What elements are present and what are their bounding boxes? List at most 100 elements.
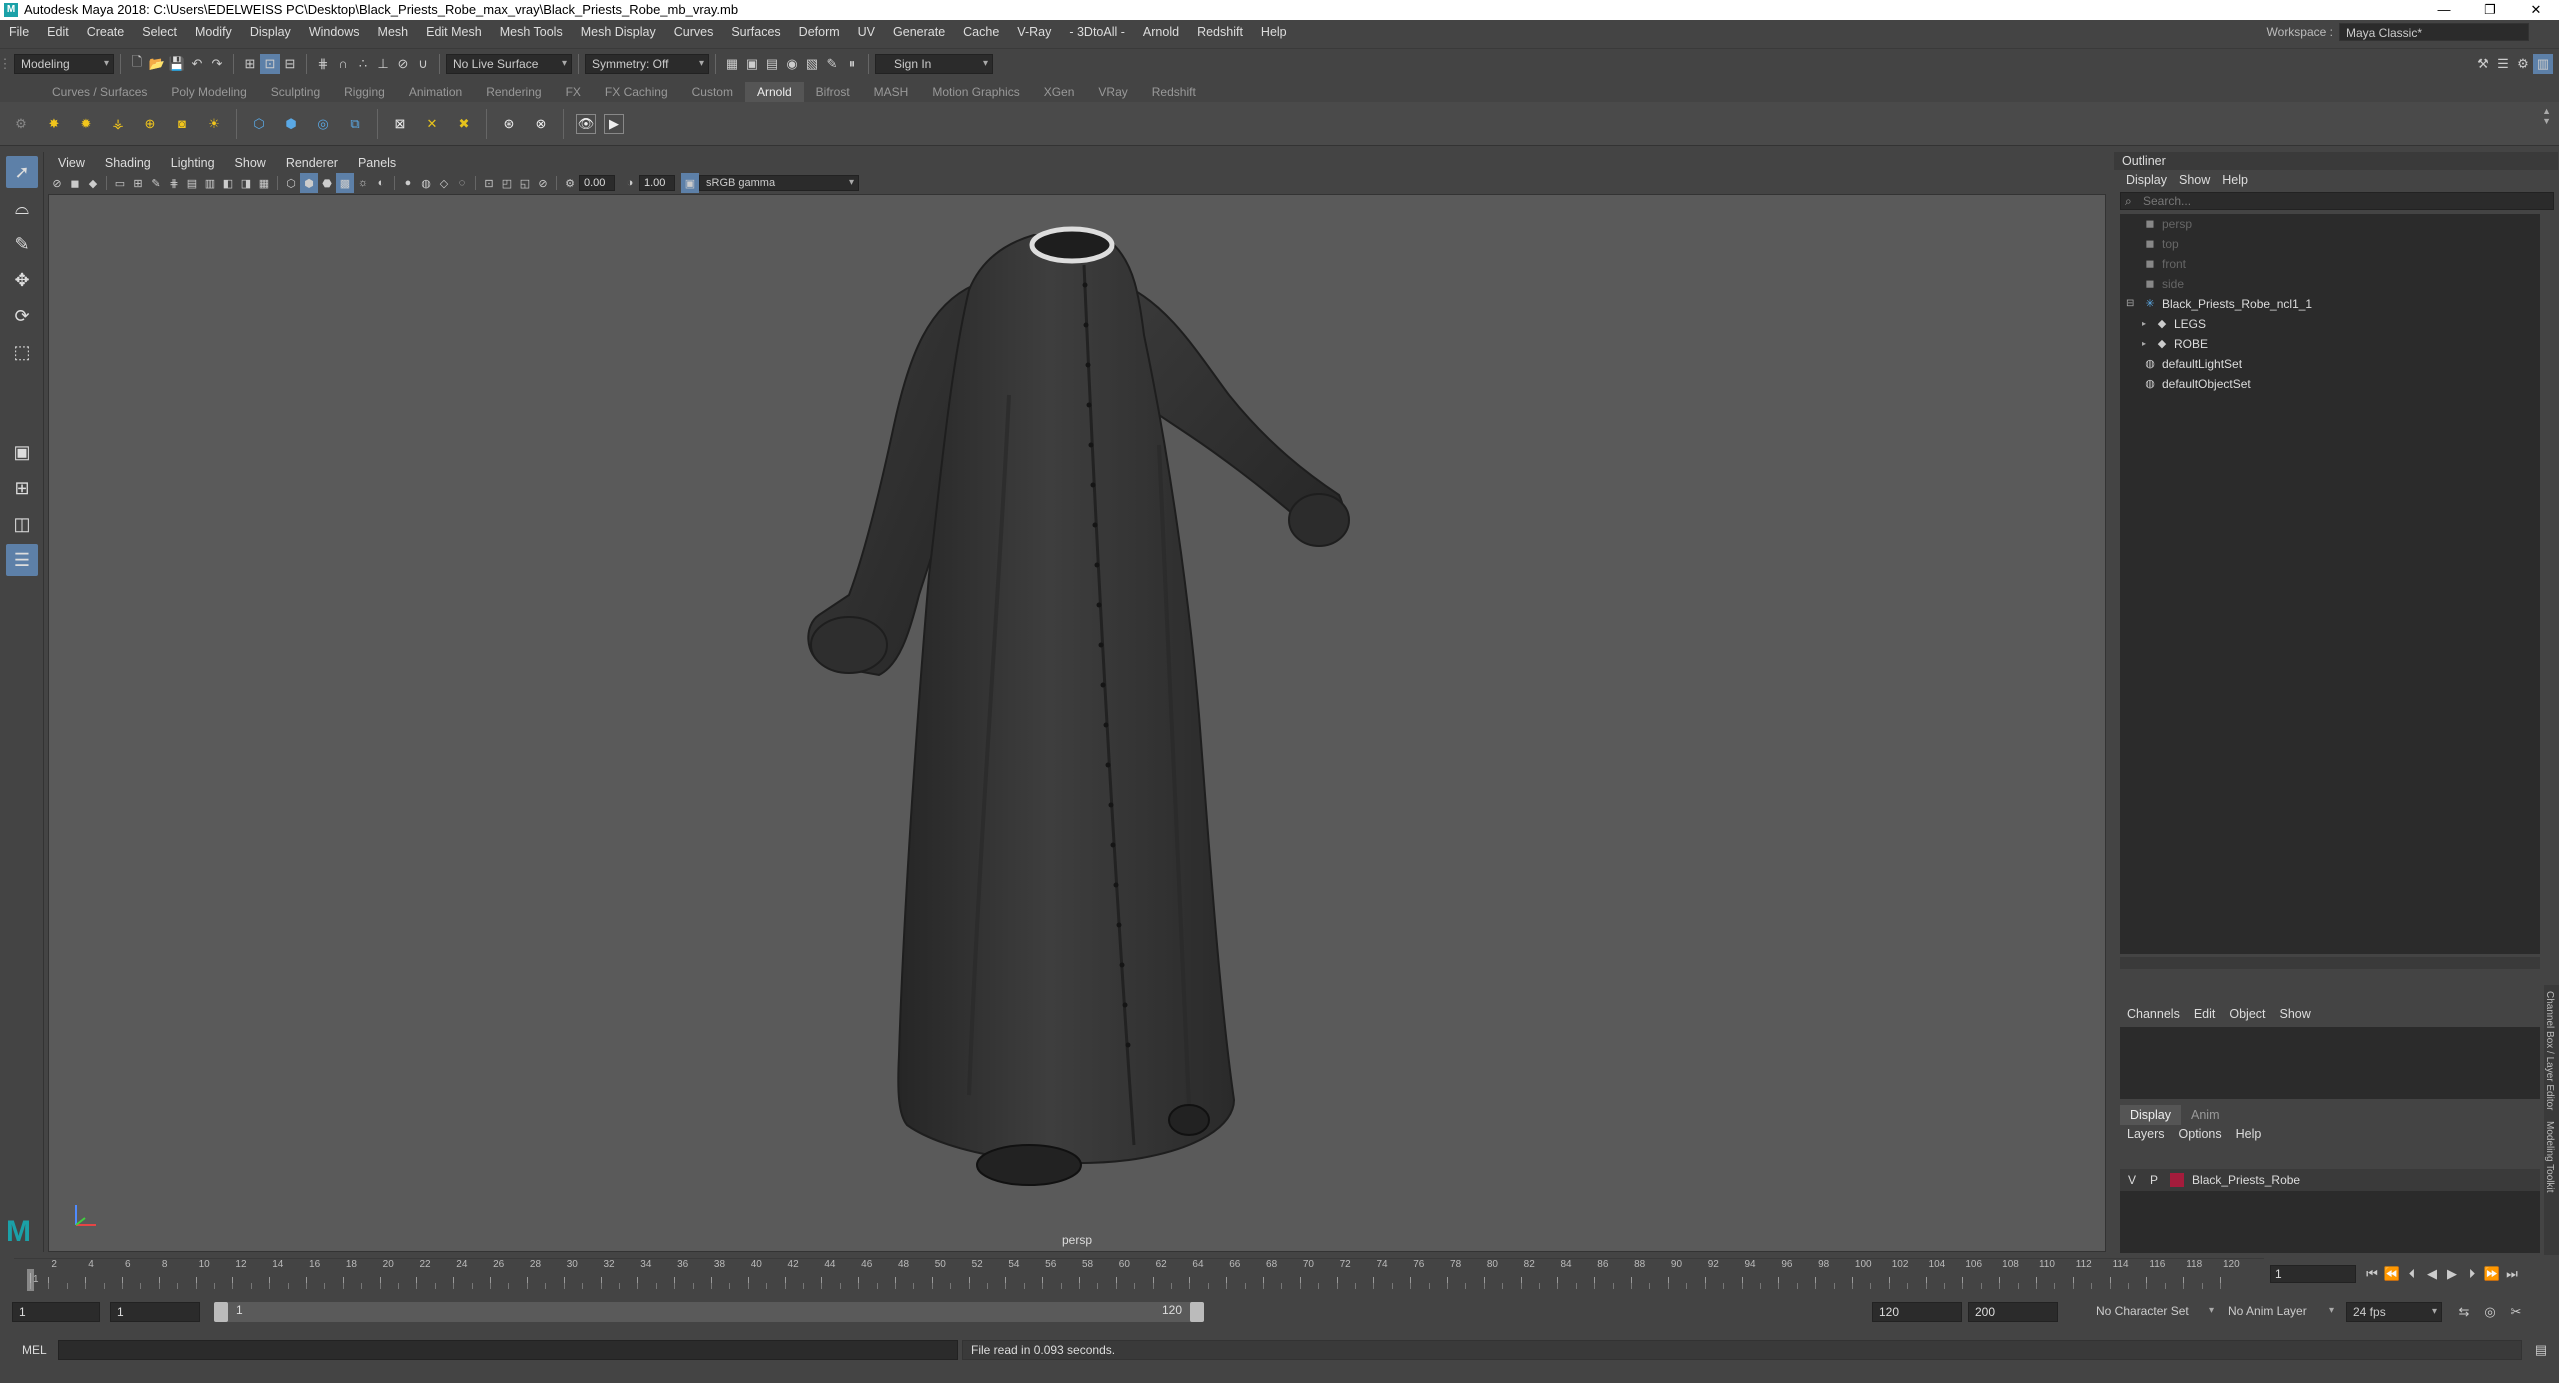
motion-blur-icon[interactable]: ◍ [417,173,435,193]
layer-playback-toggle[interactable]: P [2150,1173,2158,1187]
view-transform-dropdown[interactable]: sRGB gamma [699,175,859,191]
depth-of-field-icon[interactable]: ◌ [453,173,471,193]
arnold-help-icon[interactable]: ⊗ [531,114,551,134]
step-back-key-icon[interactable]: ⏪ [2382,1264,2402,1284]
sign-in-dropdown[interactable]: Sign In [875,53,993,74]
collapse-icon[interactable]: ⊟ [2126,294,2134,314]
menu-uv[interactable]: UV [849,20,884,44]
camera-select-icon[interactable]: ⊘ [48,173,66,193]
menu-deform[interactable]: Deform [790,20,849,44]
layer-tab-anim[interactable]: Anim [2181,1105,2229,1125]
auto-key-icon[interactable]: ◎ [2480,1302,2500,1322]
range-bar[interactable]: 1 120 [214,1302,1204,1322]
render-sequence-icon[interactable]: ▤ [762,54,782,74]
shelf-tab-bifrost[interactable]: Bifrost [804,82,862,102]
skydome-light-icon[interactable]: ⊕ [140,114,160,134]
layer-menu-options[interactable]: Options [2172,1125,2229,1143]
gate-mask-icon[interactable]: ◧ [219,173,237,193]
anim-layer-dropdown[interactable]: No Anim Layer [2222,1302,2338,1322]
end-time-field[interactable]: 200 [1968,1302,2058,1322]
attribute-editor-icon[interactable]: ☰ [2493,54,2513,74]
shelf-tab-curves-surfaces[interactable]: Curves / Surfaces [40,82,159,102]
shelf-tab-custom[interactable]: Custom [680,82,745,102]
symmetry-dropdown[interactable]: Symmetry: Off [585,53,709,74]
snap-grid-icon[interactable]: ⋕ [313,54,333,74]
menu-mesh[interactable]: Mesh [369,20,418,44]
point-light-icon[interactable]: ✹ [76,114,96,134]
area-light-icon[interactable]: ✸ [44,114,64,134]
shelf-tab-xgen[interactable]: XGen [1032,82,1087,102]
undo-icon[interactable]: ↶ [187,54,207,74]
outliner-item-top[interactable]: ◼ top [2120,234,2540,254]
anim-start-field[interactable]: 1 [110,1302,200,1322]
shelf-tab-vray[interactable]: VRay [1086,82,1139,102]
outliner-menu-display[interactable]: Display [2120,170,2173,190]
ipr-icon[interactable]: ◉ [782,54,802,74]
viewport-menu-panels[interactable]: Panels [348,152,406,174]
move-tool-icon[interactable]: ✥ [6,264,38,296]
fps-dropdown[interactable]: 24 fps [2346,1302,2442,1322]
scroll-up-icon[interactable]: ▲ [2542,106,2551,116]
wireframe-on-shaded-icon[interactable]: ⬣ [318,173,336,193]
shadows-icon[interactable]: ◐ [372,173,390,193]
rotate-tool-icon[interactable]: ⟳ [6,300,38,332]
use-lights-icon[interactable]: ☼ [354,173,372,193]
shelf-tab-rigging[interactable]: Rigging [332,82,397,102]
menu-mesh-display[interactable]: Mesh Display [572,20,665,44]
minimize-icon[interactable]: — [2421,0,2467,20]
shelf-tab-mash[interactable]: MASH [862,82,921,102]
outliner-hscrollbar[interactable] [2120,957,2540,969]
shelf-tab-poly-modeling[interactable]: Poly Modeling [159,82,258,102]
select-component-icon[interactable]: ⊟ [280,54,300,74]
flush-cache-icon[interactable]: ⊠ [390,114,410,134]
scroll-down-icon[interactable]: ▼ [2542,116,2551,126]
render-view-icon[interactable]: ▣ [742,54,762,74]
modeling-toolkit-icon[interactable]: ⚒ [2473,54,2493,74]
gamma-field[interactable]: 1.00 [639,175,675,191]
workspace-dropdown[interactable]: Maya Classic* [2339,23,2529,41]
viewport-menu-renderer[interactable]: Renderer [276,152,348,174]
outliner-item-persp[interactable]: ◼ persp [2120,214,2540,234]
render-region-icon[interactable]: ▦ [722,54,742,74]
character-set-dropdown[interactable]: No Character Set [2090,1302,2218,1322]
outliner-item-black-priests-robe-ncl1-1[interactable]: ⊟ ✳ Black_Priests_Robe_ncl1_1 [2120,294,2540,314]
loop-icon[interactable]: ⇆ [2454,1302,2474,1322]
backface-icon[interactable]: ⊘ [534,173,552,193]
viewport-menu-lighting[interactable]: Lighting [161,152,225,174]
save-scene-icon[interactable]: 💾 [167,54,187,74]
outliner-item-robe[interactable]: ▸ ◆ ROBE [2120,334,2540,354]
menu-set-dropdown[interactable]: Modeling [14,53,114,74]
single-perspective-icon[interactable]: ▣ [6,436,38,468]
channel-box-icon[interactable]: ▥ [2533,54,2553,74]
layout-icon[interactable]: ☰ [6,544,38,576]
film-gate-icon[interactable]: ▤ [183,173,201,193]
render-icon[interactable]: ✖ [454,114,474,134]
channel-box-side-tab[interactable]: Channel Box / Layer Editor [2544,991,2555,1111]
lasso-tool-icon[interactable]: ⌓ [6,192,38,224]
menu-curves[interactable]: Curves [665,20,723,44]
tool-settings-icon[interactable]: ⚙ [2513,54,2533,74]
antialiasing-icon[interactable]: ◇ [435,173,453,193]
outliner-item-defaultobjectset[interactable]: ◍ defaultObjectSet [2120,374,2540,394]
field-chart-icon[interactable]: ◨ [237,173,255,193]
outliner-item-defaultlightset[interactable]: ◍ defaultLightSet [2120,354,2540,374]
restore-icon[interactable]: ❐ [2467,0,2513,20]
shelf-tab-redshift[interactable]: Redshift [1140,82,1208,102]
render-settings-icon[interactable]: ▧ [802,54,822,74]
volume-icon[interactable]: ◎ [313,114,333,134]
layer-menu-help[interactable]: Help [2229,1125,2269,1143]
spot-light-icon[interactable]: ⚶ [108,114,128,134]
anim-prefs-icon[interactable]: ✂ [2506,1302,2526,1322]
gamma-icon[interactable]: ◑ [621,173,639,193]
persp-outliner-icon[interactable]: ◫ [6,508,38,540]
layer-menu-layers[interactable]: Layers [2120,1125,2172,1143]
camera-attr-icon[interactable]: ◼ [66,173,84,193]
menu-windows[interactable]: Windows [300,20,369,44]
menu-arnold[interactable]: Arnold [1134,20,1188,44]
select-object-icon[interactable]: ⊡ [260,53,280,74]
menu-cache[interactable]: Cache [954,20,1008,44]
snap-curve-icon[interactable]: ∩ [333,54,353,74]
expand-icon[interactable]: ▸ [2142,334,2146,354]
shelf-scroll[interactable]: ▲ ▼ [2542,106,2551,126]
redo-icon[interactable]: ↷ [207,54,227,74]
